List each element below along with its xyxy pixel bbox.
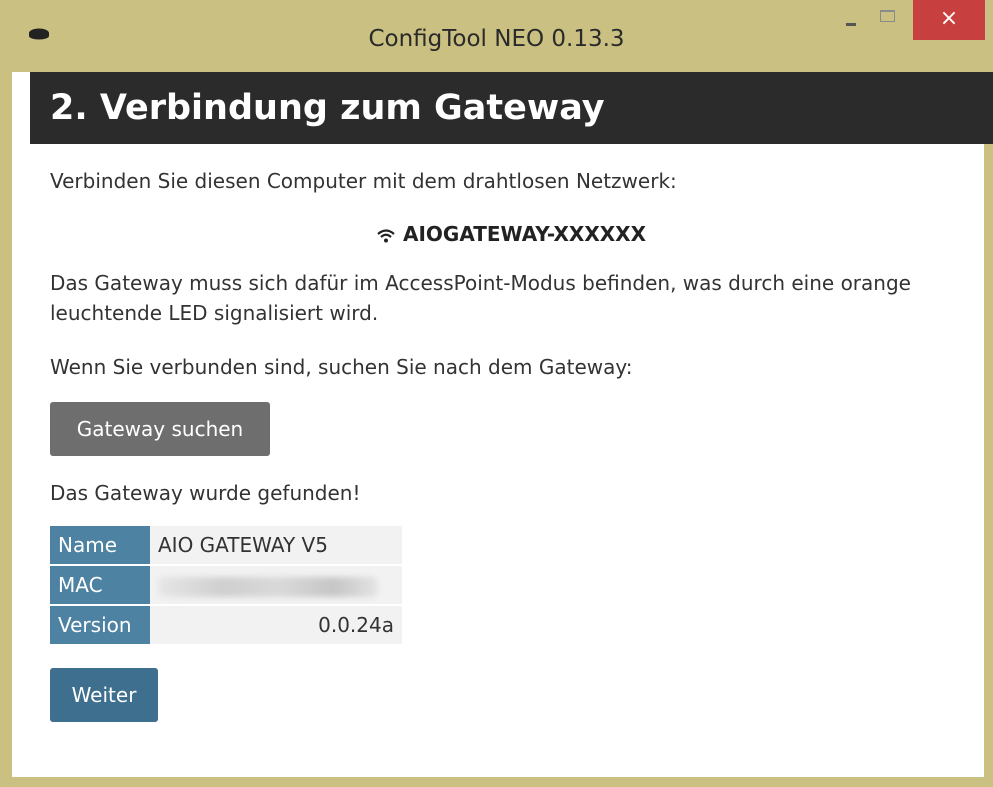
search-gateway-button[interactable]: Gateway suchen [50,402,270,456]
version-value: 0.0.24a [150,606,402,644]
page-header: 2. Verbindung zum Gateway [30,72,993,144]
search-prompt: Wenn Sie verbunden sind, suchen Sie nach… [50,355,633,379]
table-row: MAC [50,566,402,604]
title-bar[interactable]: ConfigTool NEO 0.13.3 × [0,0,993,72]
access-point-note: Das Gateway muss sich dafür im AccessPoi… [50,271,911,325]
intro-text: Verbinden Sie diesen Computer mit dem dr… [50,169,677,193]
page-title: 2. Verbindung zum Gateway [50,88,605,128]
mac-key: MAC [50,566,150,604]
table-row: Name AIO GATEWAY V5 [50,526,402,564]
table-row: Version 0.0.24a [50,606,402,644]
minimize-button[interactable] [824,0,874,40]
name-value: AIO GATEWAY V5 [150,526,402,564]
app-window: ConfigTool NEO 0.13.3 × 2. Verbindung zu… [0,0,993,787]
gateway-info-table: Name AIO GATEWAY V5 MAC Version 0.0.24a [50,524,402,646]
next-button[interactable]: Weiter [50,668,158,722]
ssid-label: AIOGATEWAY-XXXXXX [402,222,647,246]
redacted-mac [158,576,378,597]
name-key: Name [50,526,150,564]
maximize-button[interactable] [872,0,902,40]
main-content: Verbinden Sie diesen Computer mit dem dr… [30,144,993,777]
version-key: Version [50,606,150,644]
wifi-icon [377,228,395,242]
found-status: Das Gateway wurde gefunden! [50,481,361,505]
close-button[interactable]: × [913,0,985,40]
mac-value [150,566,402,604]
network-ssid: AIOGATEWAY-XXXXXX [30,222,993,246]
